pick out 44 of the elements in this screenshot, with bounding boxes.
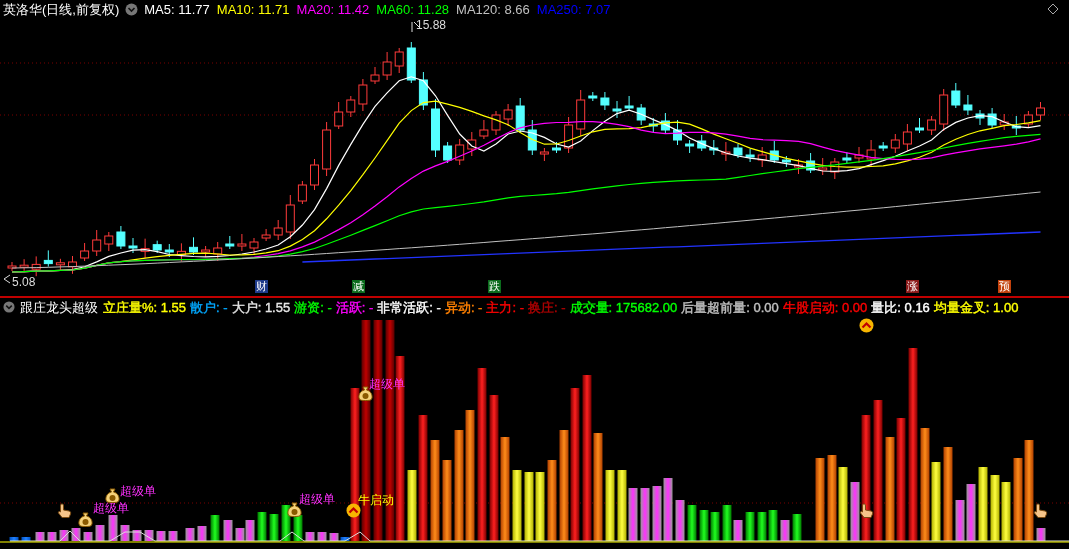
indicator-readout: 异动: - (444, 300, 483, 314)
event-marker[interactable]: 减 (352, 280, 365, 293)
moving-average-legend: MA10: 11.71 (216, 2, 290, 16)
low-price-label: 5.08 (12, 276, 36, 288)
indicator-title: 跟庄龙头超级 (20, 300, 98, 314)
indicator-readout: 成交量: 175682.00 (569, 300, 678, 314)
moving-average-legend: MA120: 8.66 (456, 2, 530, 16)
signal-label: 超级单 (93, 502, 129, 514)
indicator-readout: 主力: - (486, 300, 524, 314)
dropdown-icon[interactable] (3, 301, 15, 313)
event-marker[interactable]: 涨 (906, 280, 919, 293)
indicator-readout: 活跃: - (335, 300, 374, 314)
indicator-readout: 后量超前量: 0.00 (681, 300, 779, 314)
event-marker[interactable]: 跌 (488, 280, 501, 293)
event-marker[interactable]: 财 (255, 280, 268, 293)
moving-average-legend: MA5: 11.77 (144, 2, 210, 16)
moving-average-legend: MA60: 11.28 (376, 2, 450, 16)
signal-label: 超级单 (299, 493, 335, 505)
signal-label: 超级单 (369, 378, 405, 390)
indicator-readout: 牛股启动: 0.00 (782, 300, 868, 314)
diamond-icon[interactable] (1047, 3, 1059, 15)
indicator-readout: 游资: - (294, 300, 332, 314)
moving-average-legend: MA20: 11.42 (296, 2, 370, 16)
up-chevron-icon (859, 318, 874, 333)
indicator-readout: 换庄: - (528, 300, 566, 314)
high-price-label: 15.88 (416, 19, 447, 31)
pointing-hand-icon (57, 503, 72, 518)
event-marker[interactable]: 预 (998, 280, 1011, 293)
chart-title: 英洛华(日线,前复权) (3, 2, 120, 16)
money-bag-icon (105, 488, 120, 503)
money-bag-icon (78, 512, 93, 527)
indicator-readout: 均量金叉: 1.00 (933, 300, 1019, 314)
indicator-readout: 大户: 1.55 (231, 300, 291, 314)
indicator-readout: 立庄量%: 1.55 (103, 300, 187, 314)
low-pointer-icon (3, 274, 11, 284)
signal-label: 超级单 (120, 485, 156, 497)
moving-average-legend: MA250: 7.07 (536, 2, 611, 16)
pointing-hand-icon (1033, 503, 1048, 518)
indicator-readout: 量比: 0.16 (871, 300, 930, 314)
signal-label: 牛启动 (358, 494, 394, 506)
dropdown-icon[interactable] (125, 2, 139, 16)
indicator-readout: 非常活跃: - (377, 300, 441, 314)
pointing-hand-icon (859, 503, 874, 518)
indicator-readout: 散户: - (190, 300, 228, 314)
